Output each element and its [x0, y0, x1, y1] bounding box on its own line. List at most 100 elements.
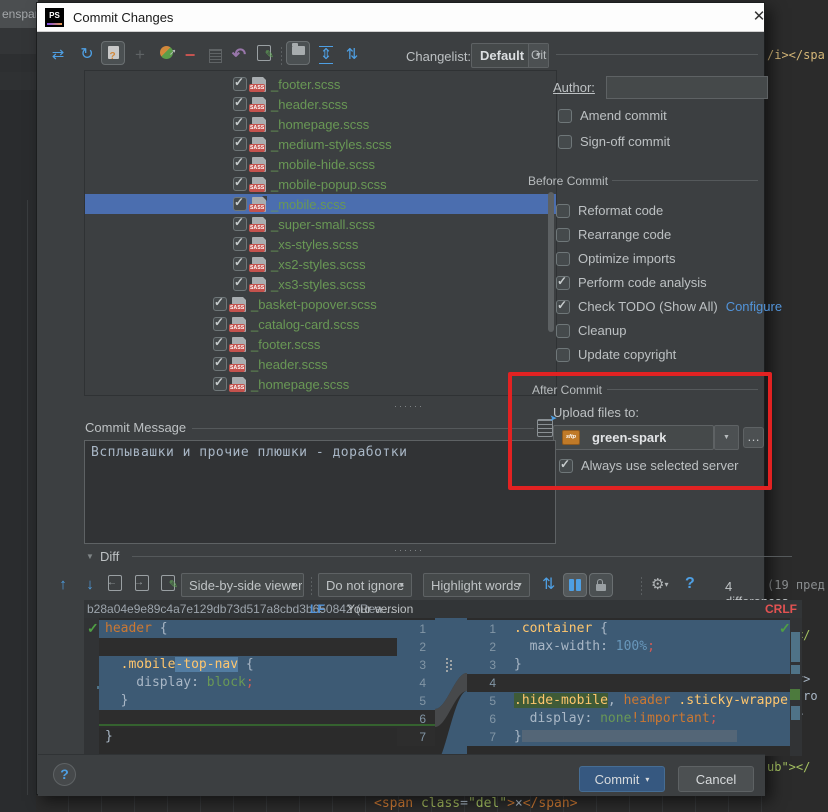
- commit-button[interactable]: Commit▾: [579, 766, 665, 792]
- changed-files-tree[interactable]: SASS_footer.scssSASS_header.scssSASS_hom…: [84, 70, 557, 396]
- option-checkbox[interactable]: [556, 324, 570, 338]
- diff-code-line[interactable]: [99, 638, 397, 656]
- dialog-titlebar[interactable]: PS Commit Changes ✕: [37, 3, 764, 32]
- diff-code-line[interactable]: display: none!important;: [505, 710, 790, 728]
- diff-code-line[interactable]: }: [99, 728, 397, 746]
- before-commit-option[interactable]: Cleanup: [556, 323, 626, 338]
- option-checkbox[interactable]: [556, 228, 570, 242]
- tree-row[interactable]: SASS_footer.scss: [85, 74, 556, 94]
- amend-commit-checkbox[interactable]: [558, 109, 572, 123]
- tree-scrollbar[interactable]: [548, 192, 554, 332]
- tree-row[interactable]: SASS_xs-styles.scss: [85, 234, 556, 254]
- file-checkbox[interactable]: [233, 157, 247, 171]
- tree-row[interactable]: SASS_medium-styles.scss: [85, 134, 556, 154]
- tree-row[interactable]: SASS_super-small.scss: [85, 214, 556, 234]
- signoff-commit-option[interactable]: Sign-off commit: [558, 134, 670, 149]
- tree-row[interactable]: SASS_catalog-card.scss: [85, 314, 556, 334]
- amend-commit-option[interactable]: Amend commit: [558, 108, 667, 123]
- lock-scroll-toggle[interactable]: [589, 573, 613, 597]
- diff-code-line[interactable]: .container {: [505, 620, 790, 638]
- file-checkbox[interactable]: [233, 257, 247, 271]
- gear-icon[interactable]: ⚙▾: [651, 575, 668, 593]
- diff-code-line[interactable]: [505, 674, 790, 692]
- option-checkbox[interactable]: [556, 252, 570, 266]
- add-icon[interactable]: +: [130, 45, 150, 65]
- diff-code-line[interactable]: .hide-mobile, header .sticky-wrapper: [505, 692, 790, 710]
- splitter-handle[interactable]: ······: [394, 401, 424, 411]
- file-checkbox[interactable]: [213, 317, 227, 331]
- group-by-directory-toggle[interactable]: [286, 41, 310, 65]
- diff-collapse-icon[interactable]: ▼: [86, 552, 94, 561]
- show-diff-icon[interactable]: ⇄: [48, 45, 68, 65]
- apply-left-icon[interactable]: ←: [105, 575, 125, 595]
- edit-diff-icon[interactable]: ✎: [158, 575, 178, 595]
- option-checkbox[interactable]: [556, 300, 570, 314]
- diff-code-line[interactable]: max-width: 100%;: [505, 638, 790, 656]
- collapse-all-icon[interactable]: ⇅: [342, 45, 362, 65]
- next-difference-icon[interactable]: ↓: [80, 575, 100, 595]
- tree-row[interactable]: SASS_xs2-styles.scss: [85, 254, 556, 274]
- expand-all-icon[interactable]: ⇕: [316, 45, 336, 65]
- before-commit-option[interactable]: Perform code analysis: [556, 275, 707, 290]
- tree-row[interactable]: SASS_mobile.scss: [85, 194, 556, 214]
- synchronize-panels-toggle[interactable]: [563, 573, 587, 597]
- option-checkbox[interactable]: [556, 204, 570, 218]
- file-checkbox[interactable]: [233, 177, 247, 191]
- file-checkbox[interactable]: [233, 277, 247, 291]
- delete-icon[interactable]: −: [180, 45, 200, 65]
- move-to-changelist-icon[interactable]: ➚: [154, 41, 178, 65]
- file-checkbox[interactable]: [233, 97, 247, 111]
- previous-difference-icon[interactable]: ↑: [53, 575, 73, 595]
- option-checkbox[interactable]: [556, 276, 570, 290]
- option-checkbox[interactable]: [556, 348, 570, 362]
- tree-row[interactable]: SASS_basket-popover.scss: [85, 294, 556, 314]
- file-checkbox[interactable]: [233, 237, 247, 251]
- close-icon[interactable]: ✕: [749, 7, 769, 27]
- highlight-mode-dropdown[interactable]: Highlight words▼: [423, 573, 530, 597]
- tree-row[interactable]: SASS_header.scss: [85, 94, 556, 114]
- diff-help-icon[interactable]: ?: [685, 575, 695, 593]
- file-checkbox[interactable]: [233, 137, 247, 151]
- help-icon[interactable]: ?: [53, 763, 76, 786]
- diff-editors[interactable]: ✓ header { .mobile-top-nav { display: bl…: [84, 618, 802, 756]
- configure-link[interactable]: Configure: [726, 299, 782, 314]
- viewer-mode-dropdown[interactable]: Side-by-side viewer▼: [181, 573, 304, 597]
- rollback-icon[interactable]: ↶: [229, 45, 249, 65]
- diff-code-line[interactable]: }: [505, 656, 790, 674]
- diff-code-line[interactable]: .mobile-top-nav {: [99, 656, 397, 674]
- before-commit-option[interactable]: Reformat code: [556, 203, 663, 218]
- file-checkbox[interactable]: [213, 377, 227, 391]
- tree-row[interactable]: SASS_footer.scss: [85, 334, 556, 354]
- ignore-mode-dropdown[interactable]: Do not ignore▼: [318, 573, 412, 597]
- refresh-icon[interactable]: ↻: [77, 45, 97, 65]
- tree-row[interactable]: SASS_homepage.scss: [85, 374, 556, 394]
- file-checkbox[interactable]: [213, 337, 227, 351]
- diff-code-line[interactable]: display: block;: [99, 674, 397, 692]
- file-checkbox[interactable]: [233, 117, 247, 131]
- tree-row[interactable]: SASS_xs3-styles.scss: [85, 274, 556, 294]
- before-commit-option[interactable]: Rearrange code: [556, 227, 671, 242]
- tree-row[interactable]: SASS_mobile-hide.scss: [85, 154, 556, 174]
- tree-row[interactable]: SASS_mobile-popup.scss: [85, 174, 556, 194]
- file-checkbox[interactable]: [213, 357, 227, 371]
- commit-message-box[interactable]: Всплывашки и прочие плюшки - доработки: [84, 440, 556, 544]
- tree-row[interactable]: SASS_header.scss: [85, 354, 556, 374]
- show-unversioned-files-toggle[interactable]: ?: [101, 41, 125, 65]
- signoff-commit-checkbox[interactable]: [558, 135, 572, 149]
- before-commit-option[interactable]: Update copyright: [556, 347, 676, 362]
- splitter-handle[interactable]: ······: [394, 545, 424, 555]
- apply-right-icon[interactable]: →: [132, 575, 152, 595]
- file-checkbox[interactable]: [233, 217, 247, 231]
- before-commit-option[interactable]: Optimize imports: [556, 251, 676, 266]
- diff-code-line[interactable]: header {: [99, 620, 397, 638]
- file-checkbox[interactable]: [233, 197, 247, 211]
- edit-source-icon[interactable]: ✎: [254, 45, 274, 65]
- cancel-button[interactable]: Cancel: [678, 766, 754, 792]
- file-checkbox[interactable]: [233, 77, 247, 91]
- connector-drag-handle[interactable]: [446, 658, 448, 660]
- diff-code-line[interactable]: }: [99, 692, 397, 710]
- author-input[interactable]: [606, 76, 768, 99]
- tree-row[interactable]: SASS_homepage.scss: [85, 114, 556, 134]
- file-checkbox[interactable]: [213, 297, 227, 311]
- collapse-unchanged-icon[interactable]: ⇅: [536, 573, 560, 597]
